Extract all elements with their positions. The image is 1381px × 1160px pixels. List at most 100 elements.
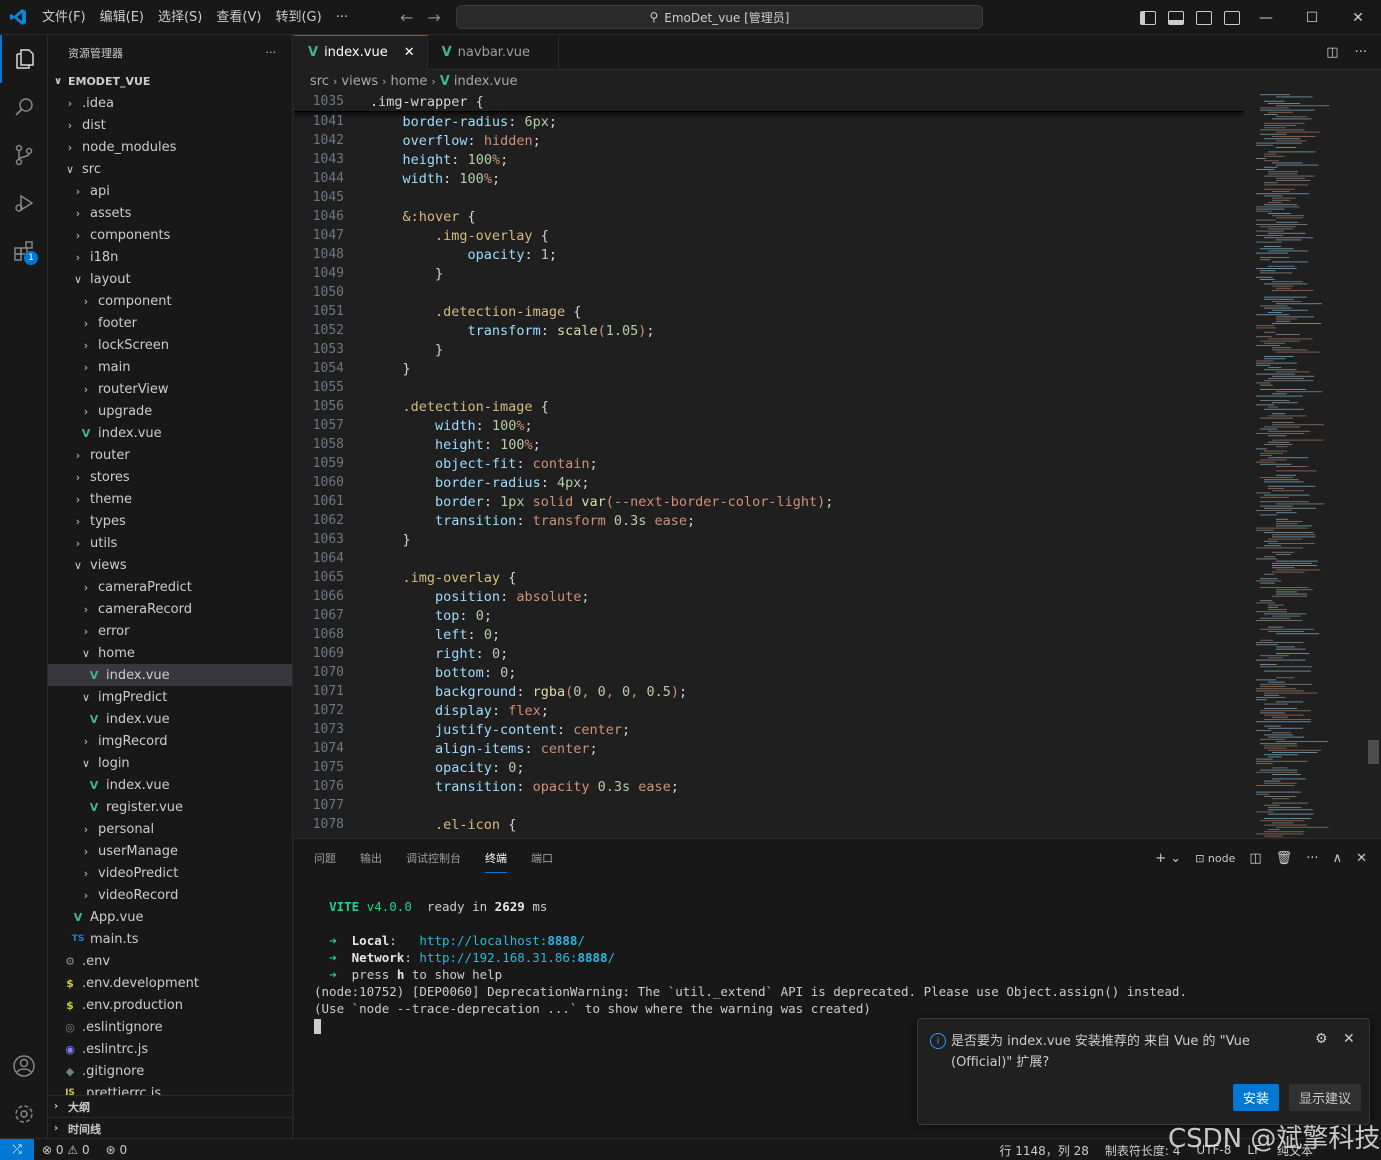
code-line[interactable]: 1070 bottom: 0; [294, 663, 1244, 682]
code-line[interactable]: 1056 .detection-image { [294, 397, 1244, 416]
terminal-output[interactable]: VITE v4.0.0 ready in 2629 ms ➜ Local: ht… [314, 899, 1374, 1035]
file-item[interactable]: JS .prettierrc.js [48, 1082, 292, 1096]
folder-item[interactable]: › components [48, 224, 292, 246]
timeline-section[interactable]: › 时间线 [48, 1117, 292, 1138]
folder-item[interactable]: › footer [48, 312, 292, 334]
run-debug-icon[interactable] [0, 179, 48, 227]
cursor-position[interactable]: 行 1148，列 28 [991, 1142, 1096, 1159]
menu-selection[interactable]: 选择(S) [151, 0, 209, 35]
folder-item[interactable]: › imgRecord [48, 730, 292, 752]
code-line[interactable]: 1047 .img-overlay { [294, 226, 1244, 245]
menu-file[interactable]: 文件(F) [35, 0, 93, 35]
explorer-icon[interactable] [0, 35, 48, 83]
tab-output[interactable]: 输出 [360, 844, 382, 872]
folder-item[interactable]: › router [48, 444, 292, 466]
folder-item[interactable]: › api [48, 180, 292, 202]
file-item[interactable]: $ .env.production [48, 994, 292, 1016]
code-line[interactable]: 1048 opacity: 1; [294, 245, 1244, 264]
code-line[interactable]: 1046 &:hover { [294, 207, 1244, 226]
panel-more-icon[interactable]: ··· [1306, 851, 1318, 866]
folder-item[interactable]: › personal [48, 818, 292, 840]
file-item[interactable]: Vindex.vue [48, 708, 292, 730]
code-line[interactable]: 1053 } [294, 340, 1244, 359]
folder-item[interactable]: ∨ views [48, 554, 292, 576]
folder-item[interactable]: › upgrade [48, 400, 292, 422]
folder-item[interactable]: › videoPredict [48, 862, 292, 884]
code-line[interactable]: 1060 border-radius: 4px; [294, 473, 1244, 492]
trash-icon[interactable]: 🗑 [1276, 851, 1293, 866]
network-url-port[interactable]: 8888 [577, 950, 607, 965]
code-line[interactable]: 1072 display: flex; [294, 701, 1244, 720]
folder-item[interactable]: › userManage [48, 840, 292, 862]
code-line[interactable]: 1054 } [294, 359, 1244, 378]
close-icon[interactable]: ✕ [1343, 1031, 1355, 1047]
code-line[interactable]: 1043 height: 100%; [294, 150, 1244, 169]
breadcrumb-item[interactable]: index.vue [454, 74, 518, 89]
folder-item[interactable]: › utils [48, 532, 292, 554]
code-line[interactable]: 1068 left: 0; [294, 625, 1244, 644]
code-line[interactable]: 1052 transform: scale(1.05); [294, 321, 1244, 340]
code-line[interactable]: 1073 justify-content: center; [294, 720, 1244, 739]
sticky-scroll-line[interactable]: 1035 .img-wrapper { [294, 92, 1244, 112]
file-item[interactable]: V App.vue [48, 906, 292, 928]
folder-item[interactable]: › .idea [48, 92, 292, 114]
breadcrumb-item[interactable]: views [341, 74, 378, 89]
file-item[interactable]: Vindex.vue [48, 774, 292, 796]
code-line[interactable]: 1041 border-radius: 6px; [294, 112, 1244, 131]
tab-problems[interactable]: 问题 [314, 844, 336, 872]
split-editor-icon[interactable]: ◫ [1326, 45, 1338, 60]
minimap[interactable] [1246, 92, 1366, 839]
folder-item[interactable]: ∨ home [48, 642, 292, 664]
code-line[interactable]: 1055 [294, 378, 1244, 397]
command-center[interactable]: ⚲ EmoDet_vue [管理员] [456, 5, 983, 29]
local-url-port[interactable]: 8888 [547, 933, 577, 948]
code-line[interactable]: 1044 width: 100%; [294, 169, 1244, 188]
toggle-panel-icon[interactable] [1168, 10, 1184, 25]
network-url-host[interactable]: http://192.168.31.86: [419, 950, 577, 965]
code-line[interactable]: 1076 transition: opacity 0.3s ease; [294, 777, 1244, 796]
code-line[interactable]: 1061 border: 1px solid var(--next-border… [294, 492, 1244, 511]
file-item[interactable]: ◎ .eslintignore [48, 1016, 292, 1038]
menu-go[interactable]: 转到(G) [268, 0, 328, 35]
scrollbar-thumb[interactable] [1368, 740, 1379, 764]
account-icon[interactable] [0, 1042, 48, 1090]
folder-item[interactable]: › main [48, 356, 292, 378]
forward-arrow-icon[interactable]: → [427, 8, 440, 27]
folder-item[interactable]: › assets [48, 202, 292, 224]
code-line[interactable]: 1059 object-fit: contain; [294, 454, 1244, 473]
code-line[interactable]: 1069 right: 0; [294, 644, 1244, 663]
folder-item[interactable]: › cameraPredict [48, 576, 292, 598]
split-terminal-icon[interactable]: ◫ [1249, 851, 1261, 866]
problems-status[interactable]: ⊗ 0 ⚠ 0 [34, 1143, 98, 1157]
code-line[interactable]: 1077 [294, 796, 1244, 815]
tab-terminal[interactable]: 终端 [485, 844, 507, 873]
code-editor[interactable]: 1035 .img-wrapper { 1041 border-radius: … [294, 92, 1244, 838]
outline-section[interactable]: › 大纲 [48, 1095, 292, 1117]
back-arrow-icon[interactable]: ← [400, 8, 413, 27]
tab-ports[interactable]: 端口 [531, 844, 553, 872]
customize-layout-icon[interactable] [1224, 10, 1240, 25]
extensions-icon[interactable]: 1 [0, 227, 48, 275]
toggle-sidebar-icon[interactable] [1140, 10, 1156, 25]
menu-edit[interactable]: 编辑(E) [93, 0, 151, 35]
folder-item[interactable]: › component [48, 290, 292, 312]
editor-more-icon[interactable]: ··· [1355, 45, 1367, 60]
search-view-icon[interactable] [0, 83, 48, 131]
local-url-host[interactable]: http://localhost: [419, 933, 547, 948]
ports-status[interactable]: ⊛ 0 [98, 1143, 136, 1157]
toggle-secondary-sidebar-icon[interactable] [1196, 10, 1212, 25]
gear-icon[interactable]: ⚙ [1315, 1031, 1328, 1047]
folder-item[interactable]: ∨ login [48, 752, 292, 774]
code-line[interactable]: 1050 [294, 283, 1244, 302]
code-line[interactable]: 1051 .detection-image { [294, 302, 1244, 321]
code-line[interactable]: 1066 position: absolute; [294, 587, 1244, 606]
code-line[interactable]: 1045 [294, 188, 1244, 207]
settings-gear-icon[interactable] [0, 1090, 48, 1138]
folder-item[interactable]: › theme [48, 488, 292, 510]
code-line[interactable]: 1058 height: 100%; [294, 435, 1244, 454]
menu-more[interactable]: ··· [329, 0, 355, 35]
code-line[interactable]: 1074 align-items: center; [294, 739, 1244, 758]
menu-view[interactable]: 查看(V) [209, 0, 268, 35]
terminal-instance[interactable]: ⊡ node [1195, 852, 1235, 865]
install-button[interactable]: 安装 [1233, 1084, 1279, 1111]
